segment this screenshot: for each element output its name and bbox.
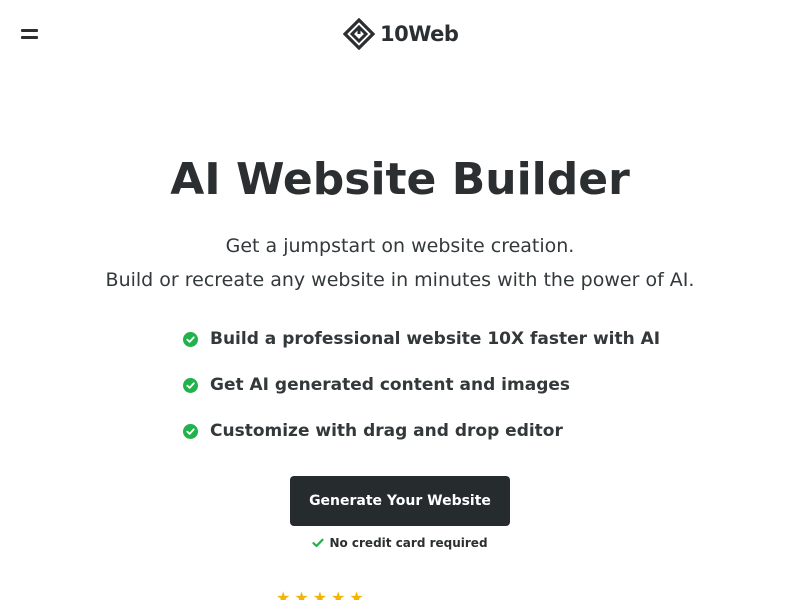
checkmark-icon xyxy=(312,538,325,548)
logo-link[interactable]: 10Web xyxy=(343,18,459,50)
menu-bar xyxy=(21,36,38,39)
hamburger-menu-icon[interactable] xyxy=(20,28,40,42)
no-credit-card-text: No credit card required xyxy=(329,536,488,550)
feature-list: Build a professional website 10X faster … xyxy=(183,316,660,454)
site-header: 10Web xyxy=(0,0,800,70)
star-icon: ★ xyxy=(312,588,328,600)
feature-text: Customize with drag and drop editor xyxy=(210,421,563,441)
star-icon: ★ xyxy=(349,588,364,600)
logo-text: 10Web xyxy=(380,22,459,46)
no-credit-card-note: No credit card required xyxy=(0,536,800,550)
star-icon: ★ xyxy=(276,588,291,600)
page: 10Web AI Website Builder Get a jumpstart… xyxy=(0,0,800,600)
star-icon: ★ xyxy=(294,588,309,600)
menu-bar xyxy=(21,29,38,32)
hero-subtitle-line-2: Build or recreate any website in minutes… xyxy=(105,269,695,291)
page-title: AI Website Builder xyxy=(170,154,630,205)
rating-stars: ★ ★ ★ ★ ★ xyxy=(276,588,368,600)
feature-text: Get AI generated content and images xyxy=(210,375,571,395)
hero-subtitle-line-1: Get a jumpstart on website creation. xyxy=(225,235,575,257)
list-item: Customize with drag and drop editor xyxy=(183,408,660,454)
check-circle-icon xyxy=(183,331,198,347)
list-item: Build a professional website 10X faster … xyxy=(183,316,660,362)
list-item: Get AI generated content and images xyxy=(183,362,660,408)
generate-website-button[interactable]: Generate Your Website xyxy=(290,476,510,526)
star-icon: ★ xyxy=(331,588,346,600)
feature-text: Build a professional website 10X faster … xyxy=(210,329,661,349)
check-circle-icon xyxy=(183,423,198,439)
10web-diamond-logo-icon xyxy=(343,18,375,50)
check-circle-icon xyxy=(183,377,198,393)
